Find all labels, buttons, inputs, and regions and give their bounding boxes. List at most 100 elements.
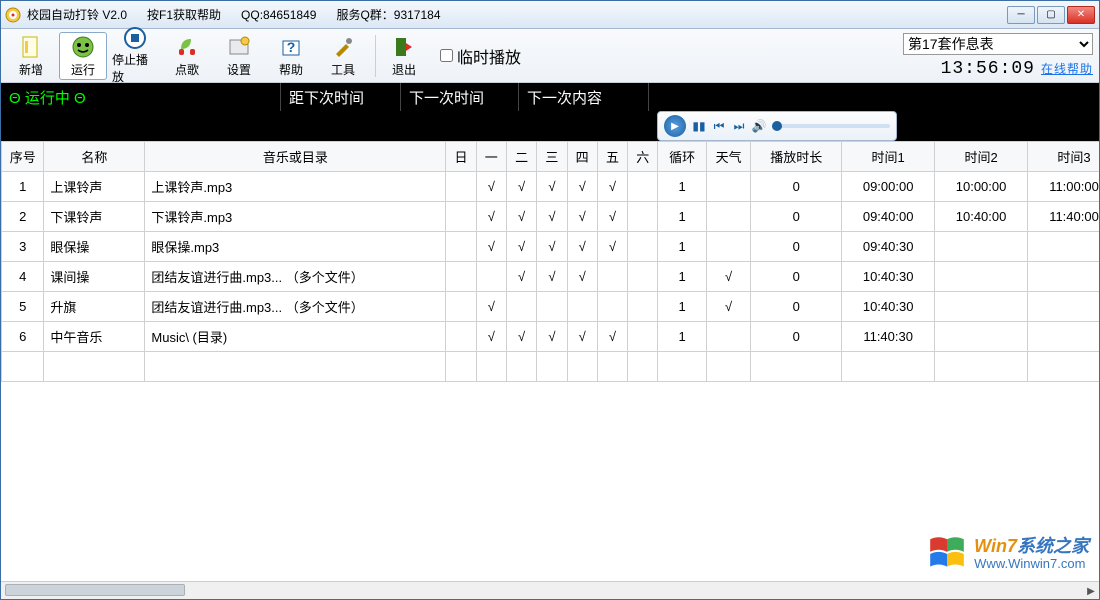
table-cell[interactable]: √ xyxy=(476,322,506,352)
table-cell[interactable]: 10:00:00 xyxy=(935,172,1028,202)
col-time2[interactable]: 时间2 xyxy=(935,142,1028,172)
table-row[interactable]: 2下课铃声下课铃声.mp3√√√√√1009:40:0010:40:0011:4… xyxy=(2,202,1100,232)
table-cell[interactable]: √ xyxy=(506,172,536,202)
table-cell[interactable]: 2 xyxy=(2,202,44,232)
schedule-select[interactable]: 第17套作息表 xyxy=(903,33,1093,55)
col-sat[interactable]: 六 xyxy=(628,142,658,172)
col-loop[interactable]: 循环 xyxy=(658,142,706,172)
table-cell[interactable] xyxy=(706,352,750,382)
col-duration[interactable]: 播放时长 xyxy=(751,142,842,172)
table-cell[interactable]: √ xyxy=(597,202,627,232)
table-cell[interactable]: √ xyxy=(476,202,506,232)
table-cell[interactable]: 中午音乐 xyxy=(44,322,145,352)
table-cell[interactable] xyxy=(842,352,935,382)
table-cell[interactable] xyxy=(628,172,658,202)
table-cell[interactable]: 1 xyxy=(658,322,706,352)
table-cell[interactable] xyxy=(567,352,597,382)
new-button[interactable]: 新增 xyxy=(7,32,55,80)
table-cell[interactable]: √ xyxy=(537,202,567,232)
table-cell[interactable] xyxy=(567,292,597,322)
table-cell[interactable]: 1 xyxy=(658,172,706,202)
table-cell[interactable] xyxy=(506,292,536,322)
scrollbar-thumb[interactable] xyxy=(5,584,185,596)
table-cell[interactable]: 上课铃声.mp3 xyxy=(145,172,446,202)
table-cell[interactable]: 1 xyxy=(658,292,706,322)
table-cell[interactable]: √ xyxy=(567,262,597,292)
table-cell[interactable] xyxy=(1028,352,1099,382)
tools-button[interactable]: 工具 xyxy=(319,32,367,80)
table-cell[interactable] xyxy=(597,262,627,292)
table-row[interactable]: 3眼保操眼保操.mp3√√√√√1009:40:30 xyxy=(2,232,1100,262)
table-cell[interactable]: 1 xyxy=(658,232,706,262)
table-cell[interactable]: √ xyxy=(537,322,567,352)
col-wed[interactable]: 三 xyxy=(537,142,567,172)
table-cell[interactable] xyxy=(751,352,842,382)
table-cell[interactable] xyxy=(1028,232,1099,262)
table-cell[interactable]: 10:40:00 xyxy=(935,202,1028,232)
minimize-button[interactable]: ─ xyxy=(1007,6,1035,24)
col-music[interactable]: 音乐或目录 xyxy=(145,142,446,172)
prev-icon[interactable]: ⏮ xyxy=(712,119,726,133)
table-cell[interactable] xyxy=(446,292,476,322)
table-cell[interactable] xyxy=(1028,262,1099,292)
table-cell[interactable] xyxy=(935,232,1028,262)
table-cell[interactable]: 1 xyxy=(658,262,706,292)
table-cell[interactable]: 下课铃声 xyxy=(44,202,145,232)
table-cell[interactable] xyxy=(145,352,446,382)
table-cell[interactable]: √ xyxy=(506,322,536,352)
table-cell[interactable] xyxy=(44,352,145,382)
table-cell[interactable]: 0 xyxy=(751,322,842,352)
table-cell[interactable]: 团结友谊进行曲.mp3... （多个文件） xyxy=(145,262,446,292)
settings-button[interactable]: 设置 xyxy=(215,32,263,80)
table-cell[interactable]: 0 xyxy=(751,172,842,202)
table-cell[interactable] xyxy=(628,352,658,382)
table-cell[interactable]: √ xyxy=(476,232,506,262)
table-cell[interactable] xyxy=(706,172,750,202)
horizontal-scrollbar[interactable]: ◀ ▶ xyxy=(1,581,1099,599)
table-row-empty[interactable] xyxy=(2,352,1100,382)
seek-slider[interactable] xyxy=(772,124,890,128)
table-cell[interactable]: √ xyxy=(597,172,627,202)
table-cell[interactable] xyxy=(446,202,476,232)
table-cell[interactable]: 上课铃声 xyxy=(44,172,145,202)
table-cell[interactable]: 4 xyxy=(2,262,44,292)
table-cell[interactable]: √ xyxy=(597,322,627,352)
close-button[interactable]: ✕ xyxy=(1067,6,1095,24)
table-cell[interactable] xyxy=(935,262,1028,292)
table-row[interactable]: 1上课铃声上课铃声.mp3√√√√√1009:00:0010:00:0011:0… xyxy=(2,172,1100,202)
table-cell[interactable]: √ xyxy=(476,172,506,202)
maximize-button[interactable]: ▢ xyxy=(1037,6,1065,24)
table-cell[interactable]: 11:40:00 xyxy=(1028,202,1099,232)
table-cell[interactable]: 5 xyxy=(2,292,44,322)
table-cell[interactable]: √ xyxy=(597,232,627,262)
col-tue[interactable]: 二 xyxy=(506,142,536,172)
stop-button[interactable]: 停止播放 xyxy=(111,32,159,80)
table-cell[interactable] xyxy=(597,292,627,322)
play-button[interactable]: ▶ xyxy=(664,115,686,137)
col-fri[interactable]: 五 xyxy=(597,142,627,172)
table-cell[interactable]: 0 xyxy=(751,262,842,292)
run-button[interactable]: 运行 xyxy=(59,32,107,80)
table-cell[interactable]: 3 xyxy=(2,232,44,262)
col-name[interactable]: 名称 xyxy=(44,142,145,172)
table-cell[interactable] xyxy=(628,322,658,352)
table-cell[interactable] xyxy=(597,352,627,382)
col-seq[interactable]: 序号 xyxy=(2,142,44,172)
table-cell[interactable] xyxy=(446,232,476,262)
table-cell[interactable]: √ xyxy=(506,202,536,232)
table-cell[interactable]: 0 xyxy=(751,292,842,322)
table-cell[interactable] xyxy=(537,292,567,322)
table-cell[interactable]: 1 xyxy=(2,172,44,202)
table-cell[interactable]: 10:40:30 xyxy=(842,262,935,292)
table-cell[interactable] xyxy=(446,352,476,382)
table-cell[interactable]: √ xyxy=(706,262,750,292)
table-cell[interactable]: 团结友谊进行曲.mp3... （多个文件） xyxy=(145,292,446,322)
col-sun[interactable]: 日 xyxy=(446,142,476,172)
table-row[interactable]: 6中午音乐Music\ (目录)√√√√√1011:40:30 xyxy=(2,322,1100,352)
col-time1[interactable]: 时间1 xyxy=(842,142,935,172)
table-cell[interactable]: 6 xyxy=(2,322,44,352)
table-cell[interactable] xyxy=(628,292,658,322)
table-cell[interactable] xyxy=(935,322,1028,352)
table-cell[interactable] xyxy=(476,352,506,382)
table-cell[interactable]: 课间操 xyxy=(44,262,145,292)
